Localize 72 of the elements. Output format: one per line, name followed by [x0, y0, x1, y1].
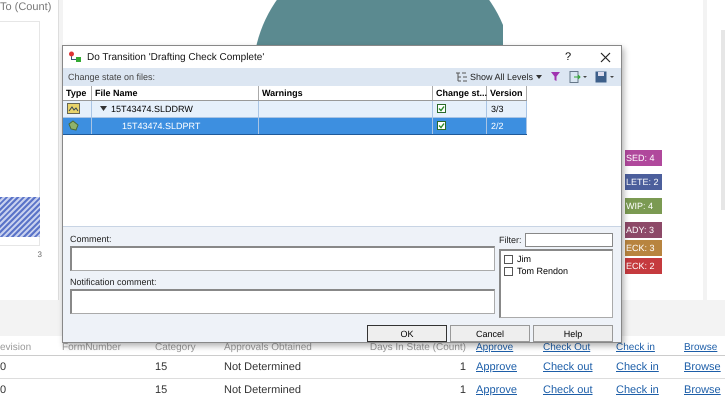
column-header[interactable]: File Name — [92, 86, 259, 100]
file-name: 15T43474.SLDDRW — [111, 104, 193, 114]
table-link[interactable]: Check in — [610, 361, 678, 373]
column-header: Check Out — [542, 342, 592, 353]
file-row[interactable]: 15T43474.SLDDRW 3/3 — [63, 100, 527, 118]
table-cell-text: 0 — [0, 361, 8, 373]
column-header[interactable]: Change st... — [433, 86, 487, 100]
close-icon — [600, 52, 610, 62]
column-header: evision — [0, 342, 32, 353]
table-link[interactable]: Browse — [678, 361, 725, 373]
checkbox[interactable] — [504, 266, 513, 276]
table-cell-text: 1 — [458, 384, 467, 396]
checkbox[interactable] — [437, 104, 446, 114]
column-header: Category — [155, 342, 197, 353]
table-cell-text: 0 — [0, 384, 8, 396]
workflow-icon — [68, 51, 82, 63]
instruction-text: Change state on files: — [68, 72, 156, 82]
user-item[interactable]: Jim — [504, 254, 609, 264]
dialog-button[interactable]: Help — [533, 325, 613, 342]
tree-icon — [454, 72, 467, 82]
hatched-bar — [0, 197, 40, 237]
drawing-icon — [67, 103, 80, 114]
checkbox[interactable] — [504, 254, 513, 264]
save-icon[interactable] — [595, 70, 615, 83]
filter-icon[interactable] — [550, 71, 561, 82]
checkbox[interactable] — [437, 121, 446, 130]
column-header[interactable]: Warnings — [259, 86, 433, 100]
part-icon — [67, 120, 80, 132]
column-header: Browse — [683, 342, 718, 353]
caret-icon[interactable] — [100, 106, 107, 112]
table-link[interactable]: Browse — [678, 384, 725, 396]
user-item[interactable]: Tom Rendon — [504, 266, 609, 276]
file-row[interactable]: 15T43474.SLDPRT 2/2 — [63, 118, 527, 135]
table-cell-text: 15 — [155, 361, 168, 373]
column-header[interactable]: Type — [63, 86, 92, 100]
column-header: Approvals Obtained — [224, 342, 313, 353]
table-link[interactable]: Check in — [610, 384, 678, 396]
dialog-button[interactable]: OK — [367, 325, 447, 342]
window-title: Do Transition 'Drafting Check Complete' — [87, 52, 266, 62]
table-cell-text: Not Determined — [224, 361, 302, 373]
table-link[interactable]: Approve — [470, 361, 537, 373]
filter-label: Filter: — [499, 234, 522, 246]
status-badge[interactable]: ECK: 3 — [625, 240, 662, 256]
table-cell-text: Not Determined — [224, 384, 302, 396]
column-header: FormNumber — [62, 342, 122, 353]
export-icon[interactable] — [569, 70, 587, 83]
notification-field[interactable] — [70, 289, 495, 314]
column-header[interactable]: Version — [487, 86, 527, 100]
comment-label: Comment: — [70, 233, 113, 245]
version-cell: 2/2 — [487, 118, 527, 134]
status-badge[interactable]: ECK: 2 — [625, 258, 662, 274]
dialog-button[interactable]: Cancel — [450, 325, 530, 342]
table-cell-text: 15 — [155, 384, 168, 396]
filter-field[interactable] — [524, 233, 613, 247]
table-link[interactable]: Check out — [537, 361, 610, 373]
version-cell: 3/3 — [487, 100, 527, 117]
status-badge[interactable]: SED: 4 — [625, 150, 662, 166]
table-cell-text: 1 — [458, 361, 467, 373]
notification-label: Notification comment: — [70, 276, 158, 288]
comment-field[interactable] — [70, 246, 495, 271]
chart-title: To (Count) — [0, 0, 52, 13]
status-badge[interactable]: LETE: 2 — [625, 174, 662, 190]
column-header: Days In State (Count) — [368, 342, 467, 353]
table-link[interactable]: Approve — [470, 384, 537, 396]
column-header: Approve — [475, 342, 514, 353]
caret-icon — [536, 74, 542, 79]
table-link[interactable]: Check out — [537, 384, 610, 396]
column-header: Check in — [615, 342, 656, 353]
status-badge[interactable]: ADY: 3 — [625, 222, 662, 238]
axis-tick: 3 — [38, 250, 42, 259]
levels-dropdown[interactable]: Show All Levels — [454, 72, 542, 82]
file-name: 15T43474.SLDPRT — [122, 120, 200, 131]
